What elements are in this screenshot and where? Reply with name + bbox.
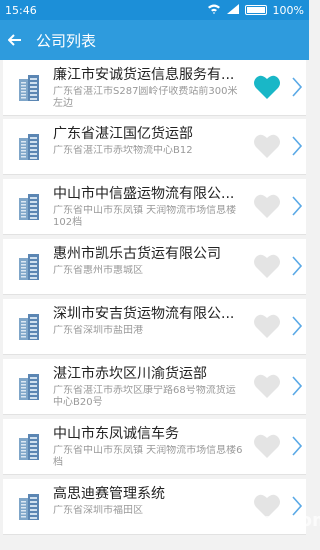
company-address: 广东省中山市东凤镇 天润物流市场信息楼102档 <box>53 205 237 228</box>
heart-icon[interactable] <box>253 433 281 459</box>
building-icon <box>17 252 41 280</box>
building-icon <box>17 312 41 340</box>
chevron-right-icon[interactable] <box>291 255 303 277</box>
list-item[interactable]: 深圳市安吉货运物流有限公... 广东省深圳市盐田港 <box>3 299 306 355</box>
company-name: 高思迪赛管理系统 <box>53 486 165 502</box>
building-icon <box>17 372 41 400</box>
company-list: 廉江市安诚货运信息服务有... 广东省湛江市S287圆岭仔收费站前300米左边 广东… <box>0 60 309 550</box>
heart-icon[interactable] <box>253 253 281 279</box>
list-item[interactable]: 中山市东凤诚信车务广东省中山市东凤镇 天润物流市场信息楼6档 <box>3 419 306 475</box>
watermark: xfdown.com <box>208 510 320 531</box>
list-item[interactable]: 惠州市凯乐古货运有限公司广东省惠州市惠城区 <box>3 239 306 295</box>
company-address: 广东省湛江市赤坎物流中心B12 <box>53 145 193 156</box>
chevron-right-icon[interactable] <box>291 435 303 457</box>
wifi-icon <box>207 4 221 17</box>
back-arrow-icon[interactable] <box>7 31 30 50</box>
building-icon <box>17 73 41 101</box>
chevron-right-icon[interactable] <box>291 195 303 217</box>
battery-percent: 100% <box>272 3 304 17</box>
company-address: 广东省惠州市惠城区 <box>53 265 143 276</box>
app-bar: 公司列表 <box>0 20 309 60</box>
heart-icon[interactable] <box>253 313 281 339</box>
battery-icon <box>244 5 267 15</box>
heart-icon[interactable] <box>253 193 281 219</box>
list-item[interactable]: 中山市中信盛运物流有限公... 广东省中山市东凤镇 天润物流市场信息楼102档 <box>3 179 306 235</box>
building-icon <box>17 192 41 220</box>
status-time: 15:46 <box>5 3 37 17</box>
heart-icon[interactable] <box>253 373 281 399</box>
company-address: 广东省湛江市赤坎区康宁路68号物流货运中心B20号 <box>53 385 236 408</box>
list-item[interactable]: 广东省湛江国亿货运部广东省湛江市赤坎物流中心B12 <box>3 119 306 175</box>
company-address: 广东省湛江市S287圆岭仔收费站前300米左边 <box>53 86 238 109</box>
company-name: 广东省湛江国亿货运部 <box>53 126 193 142</box>
chevron-right-icon[interactable] <box>291 135 303 157</box>
company-address: 广东省深圳市盐田港 <box>53 325 143 336</box>
list-item[interactable]: 廉江市安诚货运信息服务有... 广东省湛江市S287圆岭仔收费站前300米左边 <box>3 60 306 116</box>
heart-filled-icon[interactable] <box>253 74 281 100</box>
chevron-right-icon[interactable] <box>291 375 303 397</box>
building-icon <box>17 132 41 160</box>
company-address: 广东省中山市东凤镇 天润物流市场信息楼6档 <box>53 445 243 468</box>
heart-icon[interactable] <box>253 133 281 159</box>
list-item[interactable]: 湛江市赤坎区川渝货运部广东省湛江市赤坎区康宁路68号物流货运中心B20号 <box>3 359 306 415</box>
chevron-right-icon[interactable] <box>291 315 303 337</box>
company-name: 深圳市安吉货运物流有限公... <box>53 306 235 322</box>
status-bar: 15:46 100% <box>0 0 309 20</box>
company-name: 湛江市赤坎区川渝货运部 <box>53 366 207 382</box>
company-name: 中山市中信盛运物流有限公... <box>53 186 235 202</box>
company-name: 惠州市凯乐古货运有限公司 <box>53 246 221 262</box>
building-icon <box>17 492 41 520</box>
company-name: 廉江市安诚货运信息服务有... <box>53 67 235 83</box>
company-name: 中山市东凤诚信车务 <box>53 426 179 442</box>
chevron-right-icon[interactable] <box>291 76 303 98</box>
signal-icon <box>226 3 239 17</box>
building-icon <box>17 432 41 460</box>
page-title: 公司列表 <box>36 31 97 50</box>
